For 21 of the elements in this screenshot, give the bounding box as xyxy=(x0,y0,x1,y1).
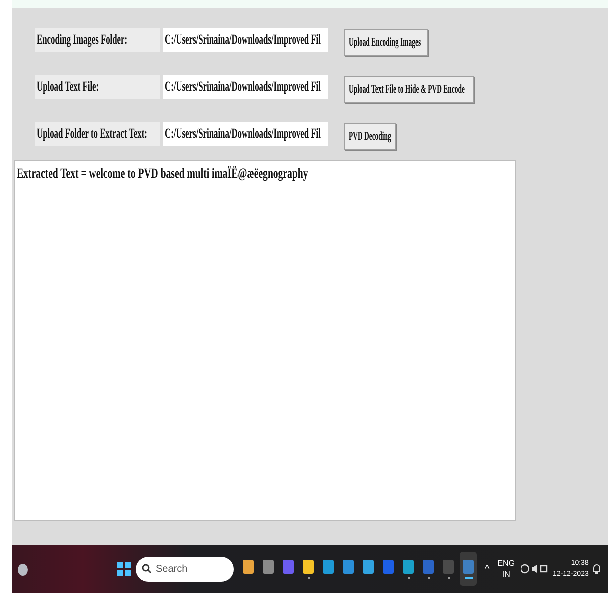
region-text[interactable]: IN xyxy=(502,569,510,580)
chevron-icon[interactable]: ^ xyxy=(485,562,490,576)
path-field[interactable]: C:/Users/Srinaina/Downloads/Improved Fil xyxy=(163,122,328,146)
network-sound-battery-icon[interactable] xyxy=(521,564,550,574)
bell-icon[interactable] xyxy=(592,564,601,574)
field-label: Upload Text File: xyxy=(35,75,160,99)
search-input[interactable]: Search xyxy=(156,562,226,576)
field-label: Encoding Images Folder: xyxy=(35,28,160,52)
path-field[interactable]: C:/Users/Srinaina/Downloads/Improved Fil xyxy=(163,75,328,99)
language-text[interactable]: ENG xyxy=(498,558,516,569)
start-icon[interactable] xyxy=(117,562,131,576)
upload-button[interactable]: Upload Encoding Images xyxy=(344,28,428,56)
search-field[interactable]: Search xyxy=(136,556,234,582)
search-icon xyxy=(142,564,152,574)
output-text-area[interactable]: Extracted Text = welcome to PVD based multi imaÏË@æëegnography xyxy=(14,160,516,521)
taskbar-app[interactable] xyxy=(460,552,477,586)
path-field[interactable]: C:/Users/Srinaina/Downloads/Improved Fil xyxy=(163,28,328,52)
field-label: Upload Folder to Extract Text: xyxy=(35,122,160,146)
upload-button[interactable]: Upload Text File to Hide & PVD Encode xyxy=(344,76,474,102)
upload-button[interactable]: PVD Decoding xyxy=(344,122,396,150)
extracted-text: Extracted Text = welcome to PVD based multi imaÏË@æëegnography xyxy=(17,166,308,184)
